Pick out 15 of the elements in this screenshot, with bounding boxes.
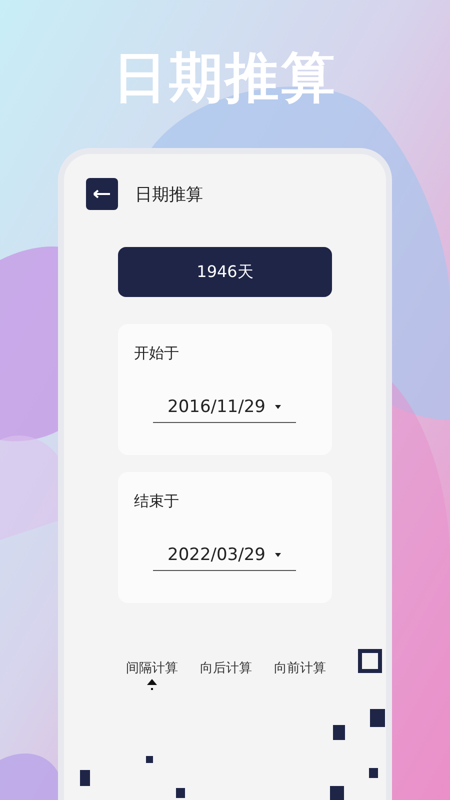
date-dropdown[interactable]: 2022/03/29 — [153, 539, 296, 571]
calc-tab[interactable]: 向后计算 — [196, 659, 256, 677]
back-arrow-icon — [93, 189, 111, 199]
result-display: 1946天 — [118, 247, 332, 297]
card-label: 结束于 — [134, 492, 180, 511]
screen-title: 日期推算 — [135, 184, 203, 206]
tab-indicator-icon — [147, 679, 157, 691]
dropdown-caret-icon — [275, 404, 282, 408]
square-icon[interactable] — [358, 649, 382, 673]
calc-tab[interactable]: 向前计算 — [270, 659, 330, 677]
card-label: 开始于 — [134, 344, 180, 363]
date-dropdown[interactable]: 2016/11/29 — [153, 391, 296, 423]
dropdown-caret-icon — [275, 552, 282, 556]
back-button[interactable] — [86, 178, 118, 210]
calc-tab[interactable]: 间隔计算 — [122, 659, 182, 691]
